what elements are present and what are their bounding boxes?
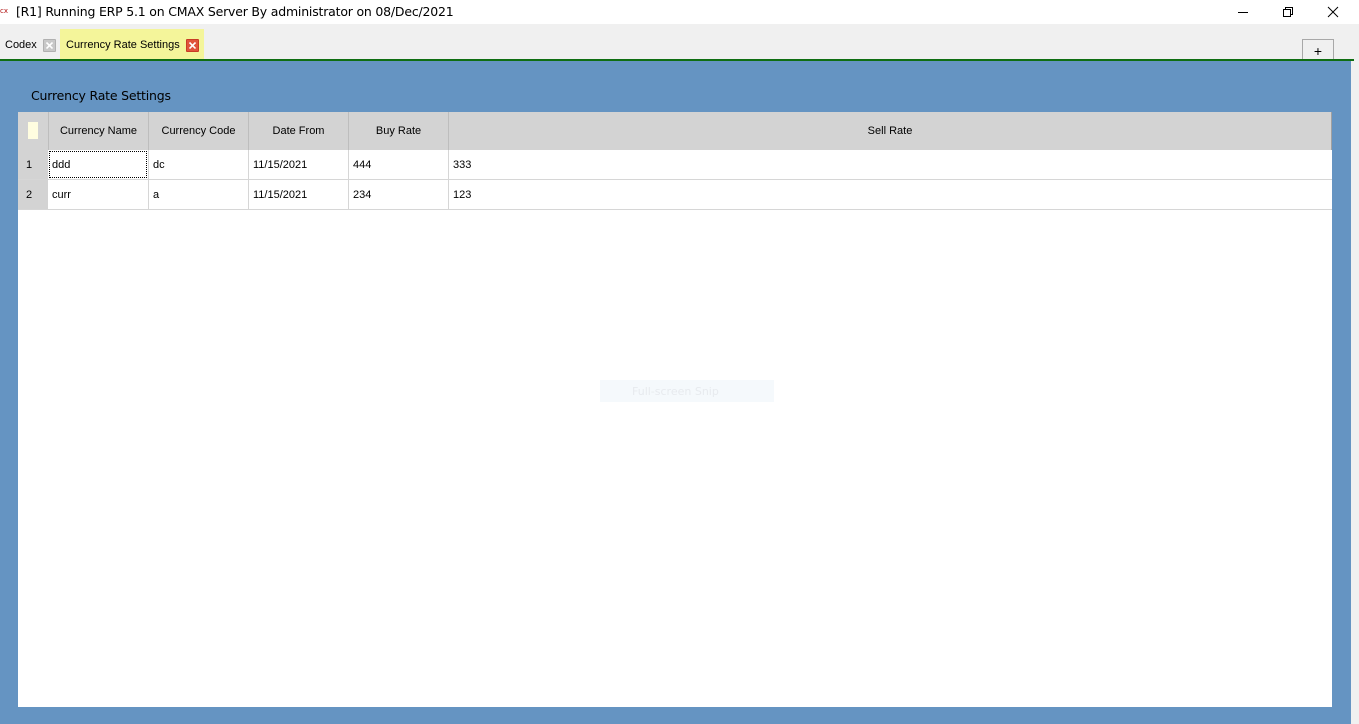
cell-buy-rate[interactable]: 234 bbox=[348, 180, 448, 209]
cell-currency-code[interactable]: dc bbox=[148, 150, 248, 179]
row-number[interactable]: 1 bbox=[18, 150, 48, 179]
cell-sell-rate[interactable]: 333 bbox=[448, 150, 1332, 179]
title-bar: cx [R1] Running ERP 5.1 on CMAX Server B… bbox=[0, 0, 1359, 24]
column-header-currency-code[interactable]: Currency Code bbox=[148, 112, 248, 150]
tab-currency-rate-settings[interactable]: Currency Rate Settings bbox=[60, 29, 204, 61]
content-area: Currency Rate Settings Currency Name Cur… bbox=[0, 61, 1351, 724]
minimize-icon bbox=[1238, 12, 1248, 13]
cell-sell-rate[interactable]: 123 bbox=[448, 180, 1332, 209]
row-indicator-icon bbox=[28, 122, 38, 139]
cell-currency-code[interactable]: a bbox=[148, 180, 248, 209]
add-tab-button[interactable]: + bbox=[1302, 39, 1334, 61]
erp-app-icon: cx bbox=[0, 7, 8, 15]
column-header-date-from[interactable]: Date From bbox=[248, 112, 348, 150]
close-window-button[interactable] bbox=[1310, 0, 1356, 24]
close-tab-button[interactable] bbox=[185, 38, 199, 52]
restore-icon bbox=[1283, 7, 1293, 17]
cell-buy-rate[interactable]: 444 bbox=[348, 150, 448, 179]
right-edge bbox=[1351, 61, 1359, 724]
column-header-currency-name[interactable]: Currency Name bbox=[48, 112, 148, 150]
window-title: [R1] Running ERP 5.1 on CMAX Server By a… bbox=[16, 4, 454, 19]
currency-rate-grid[interactable]: Currency Name Currency Code Date From Bu… bbox=[18, 112, 1332, 707]
tab-label: Codex bbox=[5, 39, 37, 51]
tab-label: Currency Rate Settings bbox=[66, 39, 180, 51]
grid-header: Currency Name Currency Code Date From Bu… bbox=[18, 112, 1332, 150]
table-row[interactable]: 1 ddd dc 11/15/2021 444 333 bbox=[18, 150, 1332, 180]
tab-strip: Codex Currency Rate Settings + bbox=[0, 24, 1359, 61]
close-tab-icon bbox=[188, 41, 196, 49]
restore-button[interactable] bbox=[1265, 0, 1311, 24]
column-header-buy-rate[interactable]: Buy Rate bbox=[348, 112, 448, 150]
snip-tooltip: Full-screen Snip bbox=[600, 380, 774, 402]
cell-currency-name[interactable]: curr bbox=[48, 180, 148, 209]
close-icon bbox=[1327, 6, 1339, 18]
close-tab-icon bbox=[45, 41, 53, 49]
cell-date-from[interactable]: 11/15/2021 bbox=[248, 180, 348, 209]
select-all-cell[interactable] bbox=[18, 112, 48, 150]
minimize-button[interactable] bbox=[1220, 0, 1266, 24]
form-title: Currency Rate Settings bbox=[31, 88, 171, 103]
cell-date-from[interactable]: 11/15/2021 bbox=[248, 150, 348, 179]
tab-codex[interactable]: Codex bbox=[0, 29, 56, 61]
cell-currency-name[interactable]: ddd bbox=[48, 150, 148, 179]
close-tab-button[interactable] bbox=[42, 38, 56, 52]
table-row[interactable]: 2 curr a 11/15/2021 234 123 bbox=[18, 180, 1332, 210]
column-header-sell-rate[interactable]: Sell Rate bbox=[448, 112, 1331, 150]
row-number[interactable]: 2 bbox=[18, 180, 48, 209]
